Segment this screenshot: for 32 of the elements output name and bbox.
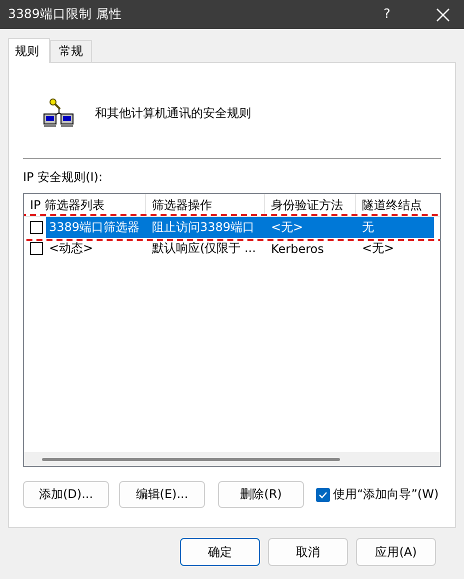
dialog-button[interactable]: 应用(A) xyxy=(356,538,436,566)
tab[interactable]: 规则 xyxy=(8,38,50,63)
rules-label: IP 安全规则(I): xyxy=(23,169,104,186)
table-cell[interactable]: <无> xyxy=(265,217,356,238)
horizontal-scrollbar[interactable] xyxy=(24,452,440,466)
dialog-button[interactable]: 确定 xyxy=(180,538,260,566)
checkbox[interactable] xyxy=(30,221,43,234)
network-key-icon xyxy=(43,98,75,128)
checkbox[interactable] xyxy=(316,488,330,502)
dialog-button[interactable]: 取消 xyxy=(268,538,348,566)
column-header[interactable]: 身份验证方法 xyxy=(265,194,356,216)
help-button[interactable]: ? xyxy=(380,7,394,22)
checkbox[interactable] xyxy=(30,242,43,255)
table-cell[interactable]: 默认响应(仅限于 ... xyxy=(146,238,265,259)
checkbox-label[interactable]: 使用“添加向导”(W) xyxy=(333,486,439,503)
action-button[interactable]: 删除(R) xyxy=(218,481,304,508)
close-icon[interactable] xyxy=(436,8,450,22)
table-cell[interactable]: <无> xyxy=(356,238,434,259)
table-cell[interactable]: <动态> xyxy=(46,238,146,259)
description-text: 和其他计算机通讯的安全规则 xyxy=(95,104,251,122)
column-header[interactable]: 筛选器操作 xyxy=(146,194,265,216)
action-button[interactable]: 添加(D)... xyxy=(23,481,109,508)
column-header[interactable]: 隧道终结点 xyxy=(356,194,434,216)
column-header[interactable]: IP 筛选器列表 xyxy=(24,194,146,216)
table-cell[interactable]: 无 xyxy=(356,217,434,238)
tab[interactable]: 常规 xyxy=(50,40,92,62)
check-icon xyxy=(318,490,328,500)
action-button[interactable]: 编辑(E)... xyxy=(119,481,205,508)
window-title: 3389端口限制 属性 xyxy=(8,6,123,23)
table-cell[interactable]: 阻止访问3389端口 xyxy=(146,217,265,238)
table-cell[interactable]: 3389端口筛选器 xyxy=(46,217,146,238)
table-cell[interactable]: Kerberos xyxy=(265,238,356,259)
